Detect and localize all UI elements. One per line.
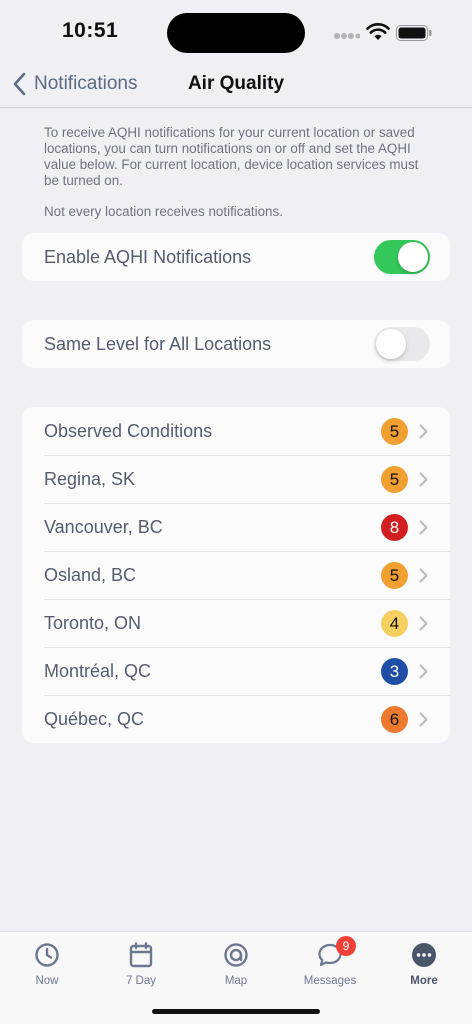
status-bar: 10:51	[0, 0, 472, 62]
chevron-right-icon	[419, 712, 428, 727]
aqhi-level-badge: 4	[381, 610, 408, 637]
description-text: To receive AQHI notifications for your c…	[44, 125, 424, 220]
more-dots-icon	[412, 943, 436, 967]
same-level-label: Same Level for All Locations	[44, 333, 272, 354]
calendar-icon	[129, 942, 153, 968]
aqhi-level-badge: 5	[381, 466, 408, 493]
location-row[interactable]: Vancouver, BC 8	[22, 503, 450, 551]
tab-7-day[interactable]: 7 Day	[101, 940, 181, 987]
location-name: Vancouver, BC	[44, 516, 163, 537]
chevron-right-icon	[419, 616, 428, 631]
same-level-row: Same Level for All Locations	[22, 320, 450, 368]
description-note: Not every location receives notification…	[44, 204, 283, 219]
page-title: Air Quality	[187, 73, 285, 94]
status-time: 10:51	[62, 19, 119, 42]
location-name: Regina, SK	[44, 468, 136, 489]
clock-icon	[35, 943, 59, 967]
wifi-icon	[366, 23, 390, 40]
aqhi-level-badge: 3	[381, 658, 408, 685]
enable-notifications-toggle[interactable]	[374, 240, 430, 274]
chevron-right-icon	[419, 664, 428, 679]
location-name: Montréal, QC	[44, 660, 152, 681]
location-row[interactable]: Observed Conditions 5	[22, 407, 450, 455]
tab-label: Messages	[303, 975, 357, 987]
location-row[interactable]: Regina, SK 5	[22, 455, 450, 503]
location-row[interactable]: Osland, BC 5	[22, 551, 450, 599]
signal-dots-icon	[334, 33, 360, 39]
map-target-icon	[224, 943, 248, 967]
messages-badge: 9	[336, 936, 356, 956]
location-name: Québec, QC	[44, 708, 145, 729]
tab-messages[interactable]: 9 Messages	[290, 936, 370, 987]
tab-now[interactable]: Now	[7, 940, 87, 987]
tab-label: 7 Day	[125, 975, 157, 987]
same-level-card: Same Level for All Locations	[22, 320, 450, 368]
location-row[interactable]: Montréal, QC 3	[22, 647, 450, 695]
location-name: Observed Conditions	[44, 420, 213, 441]
tab-label: More	[410, 975, 438, 987]
enable-notifications-row: Enable AQHI Notifications	[22, 233, 450, 281]
aqhi-level-badge: 6	[381, 706, 408, 733]
enable-notifications-label: Enable AQHI Notifications	[44, 246, 252, 267]
chevron-right-icon	[419, 568, 428, 583]
aqhi-level-badge: 8	[381, 514, 408, 541]
chevron-right-icon	[419, 520, 428, 535]
same-level-toggle[interactable]	[374, 327, 430, 361]
enable-notifications-card: Enable AQHI Notifications	[22, 233, 450, 281]
location-row[interactable]: Québec, QC 6	[22, 695, 450, 743]
chevron-right-icon	[419, 424, 428, 439]
chevron-right-icon	[419, 472, 428, 487]
location-name: Osland, BC	[44, 564, 137, 585]
tab-map[interactable]: Map	[196, 940, 276, 987]
location-name: Toronto, ON	[44, 612, 142, 633]
tab-more[interactable]: More	[384, 940, 464, 987]
battery-icon	[396, 25, 432, 41]
tab-label: Map	[224, 975, 248, 987]
aqhi-level-badge: 5	[381, 562, 408, 589]
location-row[interactable]: Toronto, ON 4	[22, 599, 450, 647]
toggle-knob	[376, 329, 406, 359]
description-paragraph: To receive AQHI notifications for your c…	[44, 125, 419, 188]
locations-list: Observed Conditions 5 Regina, SK 5 Vancouver…	[22, 407, 450, 743]
aqhi-level-badge: 5	[381, 418, 408, 445]
dynamic-island	[167, 13, 305, 53]
toggle-knob	[398, 242, 428, 272]
navigation-bar: Notifications Air Quality	[0, 62, 472, 108]
tab-label: Now	[35, 975, 59, 987]
home-indicator	[152, 1009, 320, 1014]
